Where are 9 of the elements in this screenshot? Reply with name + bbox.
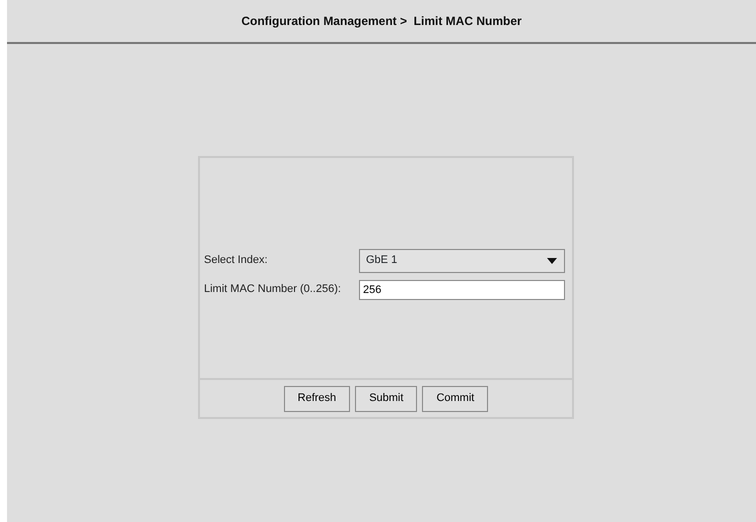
action-button[interactable]: Refresh	[284, 386, 350, 412]
input-field[interactable]: 256	[359, 280, 565, 300]
action-button[interactable]: Submit	[355, 386, 418, 412]
dropdown-arrow-icon	[547, 258, 557, 264]
page-title: Configuration Management > Limit MAC Number	[241, 13, 522, 30]
action-button[interactable]: Commit	[422, 386, 488, 412]
field-label: Select Index:	[204, 253, 269, 268]
index-dropdown[interactable]: GbE 1	[359, 248, 565, 272]
field-label: Limit MAC Number (0..256):	[204, 282, 342, 298]
